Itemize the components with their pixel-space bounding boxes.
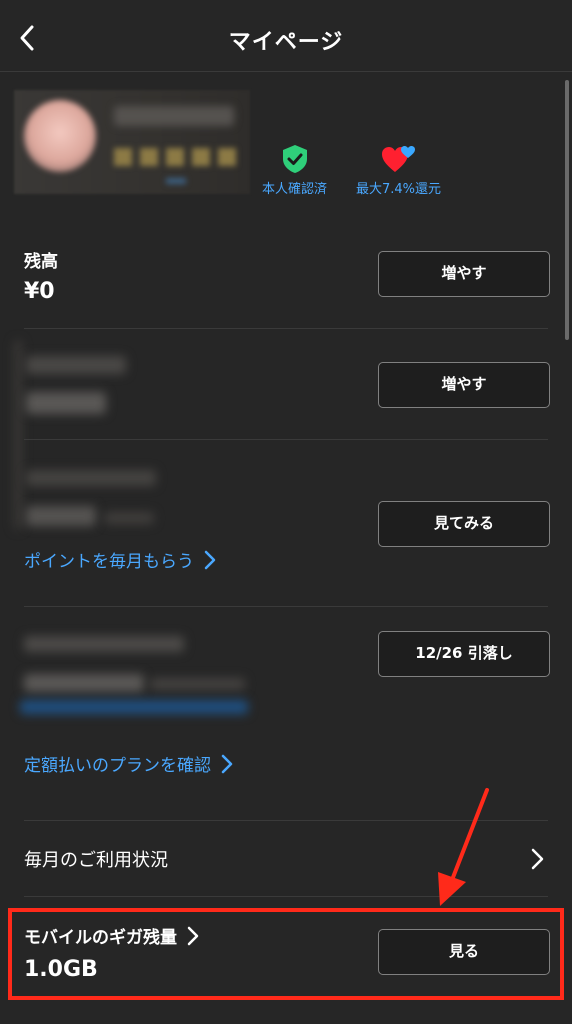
chevron-right-icon [221,754,233,773]
increase-balance-button[interactable]: 増やす [378,251,550,297]
cashback-label: 最大7.4%還元 [356,182,442,197]
blurred-points-label [26,356,126,374]
blurred-edge [14,340,22,530]
monthly-points-link[interactable]: ポイントを毎月もらう [24,547,216,572]
divider [24,328,548,329]
blurred-invest-value [26,506,96,526]
avatar [24,100,96,172]
monthly-points-link-text: ポイントを毎月もらう [24,552,194,572]
chevron-right-icon [204,550,216,569]
verified-badge[interactable]: 本人確認済 [262,144,327,197]
page-title: マイページ [228,30,344,55]
verified-label: 本人確認済 [262,182,328,197]
blurred-username [114,106,234,126]
monthly-usage-label: 毎月のご利用状況 [24,850,168,871]
divider [24,896,548,897]
blurred-progress-bar [20,700,248,714]
highlight-box [8,908,564,1000]
blurred-invest-label [26,470,156,486]
header-bar: マイページ [0,0,572,72]
blurred-points-value [26,392,106,414]
blurred-payment-sub [150,678,245,690]
chevron-right-icon [531,848,544,870]
withdrawal-date-button[interactable]: 12/26 引落し [378,631,550,677]
blurred-invest-sub [104,512,154,524]
blurred-payment-label [24,636,184,652]
installment-plan-link[interactable]: 定額払いのプランを確認 [24,751,233,776]
view-investment-button[interactable]: 見てみる [378,501,550,547]
increase-points-button[interactable]: 増やす [378,362,550,408]
blurred-rating-stars [114,148,240,166]
monthly-usage-row[interactable]: 毎月のご利用状況 [24,846,544,872]
divider [24,606,548,607]
shield-check-icon [282,145,307,173]
blurred-payment-amount [24,674,144,692]
balance-label: 残高 [24,252,58,272]
divider [24,439,548,440]
installment-plan-link-text: 定額払いのプランを確認 [24,756,211,776]
scrollbar[interactable] [565,80,569,340]
balance-value: ¥0 [24,279,55,304]
blurred-indicator [166,178,186,184]
divider [24,820,548,821]
cashback-badge[interactable]: 最大7.4%還元 [356,144,441,197]
hearts-icon [381,146,415,172]
